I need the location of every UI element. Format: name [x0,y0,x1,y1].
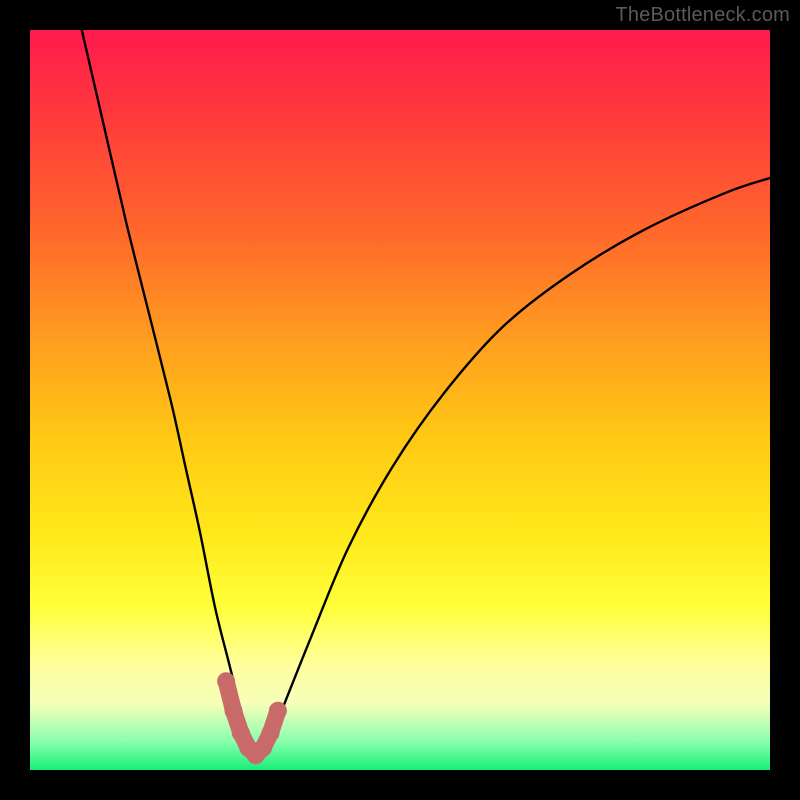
highlight-minimum-group [218,673,287,764]
bottleneck-curve-path [82,30,770,757]
chart-frame: TheBottleneck.com [0,0,800,800]
highlight-dot [269,702,286,719]
highlight-dot [218,673,235,690]
highlight-dot [225,702,242,719]
curve-layer [30,30,770,770]
watermark-text: TheBottleneck.com [615,4,790,27]
highlight-dot [262,725,279,742]
plot-area [30,30,770,770]
